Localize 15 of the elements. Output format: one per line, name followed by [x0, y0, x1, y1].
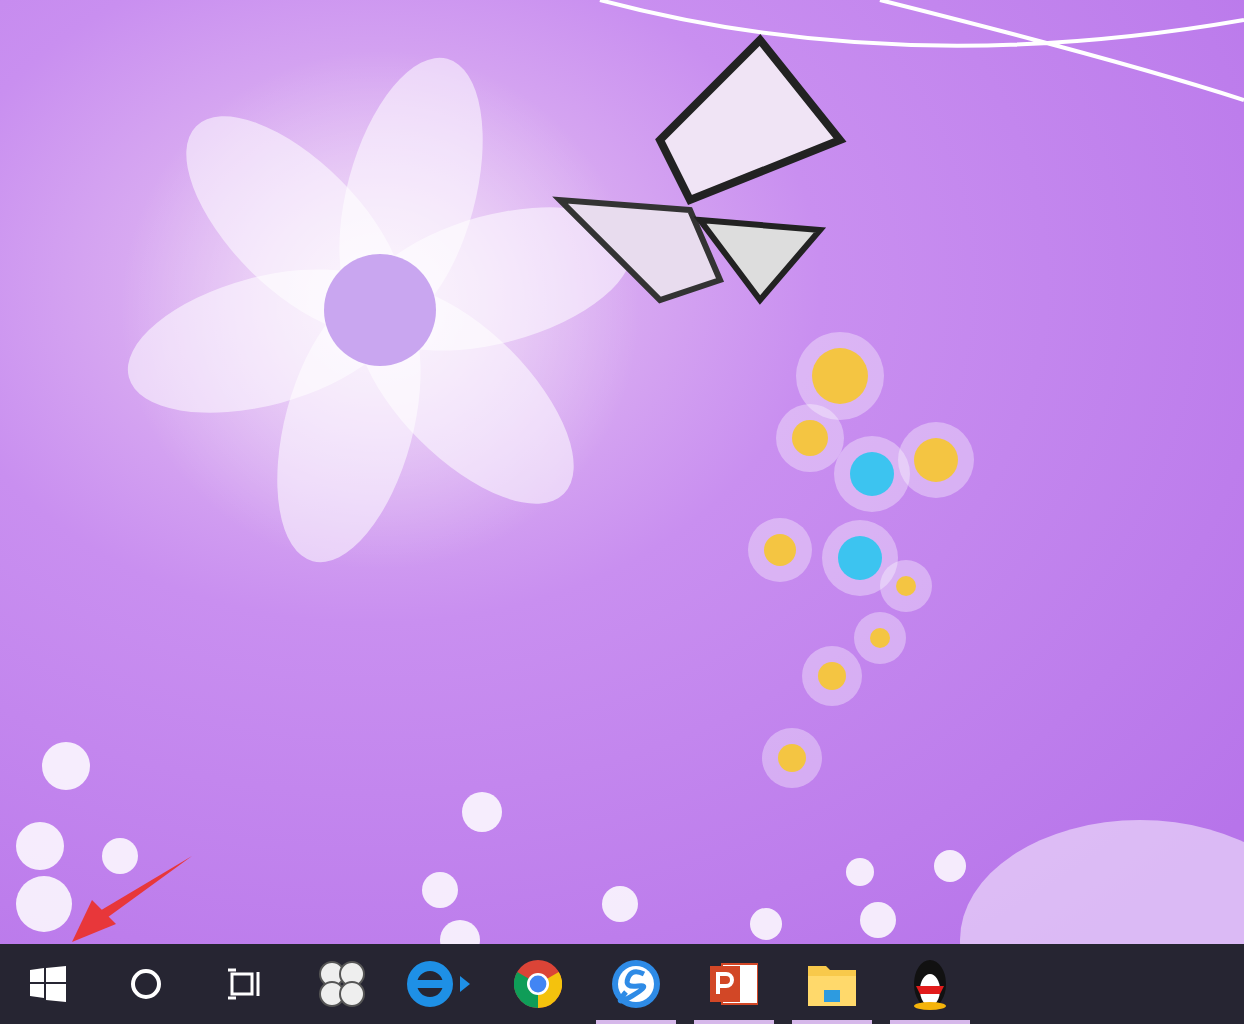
penguin-icon[interactable] [910, 958, 950, 1010]
annotation-arrow [72, 856, 192, 942]
running-indicator [596, 1020, 676, 1024]
folder-icon[interactable] [808, 962, 856, 1006]
running-indicator [694, 1020, 774, 1024]
task-view-icon[interactable] [226, 968, 262, 1000]
sogou-s-icon[interactable] [612, 960, 660, 1008]
chrome-icon[interactable] [514, 960, 562, 1008]
browser-e-icon[interactable] [406, 958, 474, 1010]
pinwheel-icon[interactable] [318, 960, 366, 1008]
windows-logo-icon[interactable] [30, 966, 66, 1002]
running-indicator [792, 1020, 872, 1024]
presentation-icon[interactable] [710, 960, 758, 1008]
running-indicator [890, 1020, 970, 1024]
search-circle-icon[interactable] [130, 968, 162, 1000]
